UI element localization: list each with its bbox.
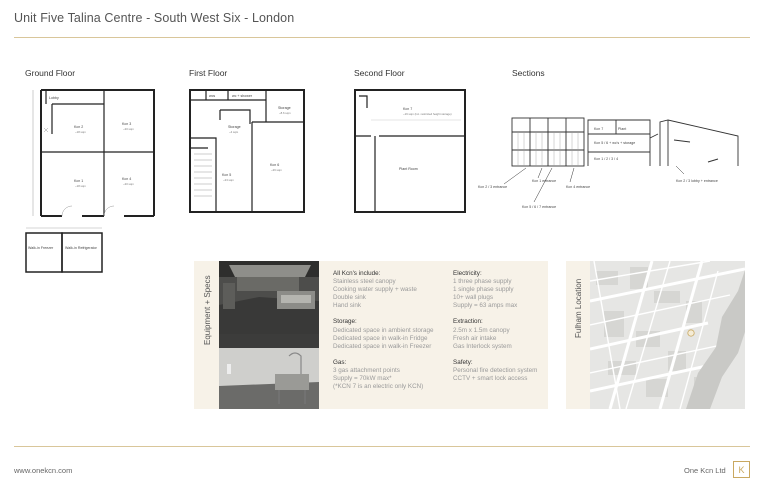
page-title: Unit Five Talina Centre - South West Six…	[14, 11, 295, 25]
kcn6-label: Kcn 6	[270, 163, 279, 167]
storage-item: Dedicated space in walk-in Freezer	[333, 342, 432, 350]
website-link[interactable]: www.onekcn.com	[14, 466, 72, 475]
footer-divider	[14, 446, 750, 447]
storage-heading: Storage:	[333, 318, 357, 326]
all-kcns-item: Cooking water supply + waste	[333, 286, 417, 294]
first-floor-plan: wcs wc + shower Storage ~8.6 sqm Storage…	[188, 88, 308, 216]
electricity-item: 10+ wall plugs	[453, 294, 494, 302]
equipment-specs-label: Equipment + Specs	[203, 275, 212, 345]
section-kcn23-entrance: Kcn 2 / 3 entrance	[478, 185, 507, 189]
extraction-item: 2.5m x 1.5m canopy	[453, 326, 510, 334]
section-kcn567-entrance: Kcn 5 / 6 / 7 entrance	[522, 205, 556, 209]
company-name: One Kcn Ltd	[684, 466, 726, 475]
extraction-item: Fresh air intake	[453, 334, 497, 342]
kcn2-area: ~18 sqm	[75, 130, 86, 134]
specs-column-right: Electricity: 1 three phase supply 1 sing…	[453, 270, 545, 383]
safety-heading: Safety:	[453, 358, 473, 366]
all-kcns-item: Hand sink	[333, 302, 362, 310]
lobby-label: Lobby	[49, 96, 59, 100]
kcn2-label: Kcn 2	[74, 125, 83, 129]
plant-room-label: Plant Room	[399, 167, 418, 171]
ground-floor-plan: Lobby Kcn 2 ~18 sqm Kcn 3 ~20 sqm Kcn 1 …	[24, 88, 158, 274]
safety-item: Personal fire detection system	[453, 366, 538, 374]
fridge-label: Walk-in Refrigerator	[65, 246, 98, 250]
shower-label: wc + shower	[232, 94, 253, 98]
kcn5-label: Kcn 5	[222, 173, 231, 177]
electricity-item: 1 three phase supply	[453, 278, 512, 286]
section-kcn4-entrance: Kcn 4 entrance	[566, 185, 590, 189]
electricity-item: 1 single phase supply	[453, 286, 514, 294]
storage-right-area: ~8.6 sqm	[279, 111, 291, 115]
storage-item: Dedicated space in ambient storage	[333, 326, 434, 334]
ground-floor-heading: Ground Floor	[25, 68, 76, 78]
storage-left-area: ~4 sqm	[229, 130, 239, 134]
storage-right-label: Storage	[278, 106, 291, 110]
kcn4-label: Kcn 4	[122, 177, 131, 181]
kcn7-area: ~16 sqm (inc. restricted height storage)	[403, 112, 452, 116]
first-floor-heading: First Floor	[189, 68, 228, 78]
section-plant-label: Plant	[618, 127, 626, 131]
gas-item: 3 gas attachment points	[333, 366, 400, 374]
electricity-item: Supply = 63 amps max	[453, 302, 518, 310]
wc-label: wcs	[209, 94, 215, 98]
gas-item: Supply = 70kW max*	[333, 375, 392, 383]
freezer-label: Walk-in Freezer	[28, 246, 54, 250]
storage-item: Dedicated space in walk-in Fridge	[333, 334, 428, 342]
section-kcn1-entrance: Kcn 1 entrance	[532, 179, 556, 183]
second-floor-plan: Kcn 7 ~16 sqm (inc. restricted height st…	[353, 88, 467, 216]
section-kcn23-lobby-entrance: Kcn 2 / 3 lobby + entrance	[676, 179, 718, 183]
kcn7-label: Kcn 7	[403, 107, 412, 111]
extraction-item: Gas Interlock system	[453, 342, 512, 350]
storage-left-label: Storage	[228, 125, 241, 129]
section-kcn1234-label: Kcn 1 / 2 / 3 / 4	[594, 157, 618, 161]
kitchen-photo-top	[219, 261, 319, 334]
onekcn-logo: K	[733, 461, 750, 478]
sections-drawing: Kcn 7 Plant Kcn 5 / 6 + wc's + storage K…	[478, 108, 744, 218]
specs-column-left: All Kcn's include: Stainless steel canop…	[333, 270, 443, 391]
second-floor-heading: Second Floor	[354, 68, 405, 78]
all-kcns-heading: All Kcn's include:	[333, 270, 381, 277]
kcn5-area: ~23 sqm	[223, 178, 234, 182]
section-kcn56-label: Kcn 5 / 6 + wc's + storage	[594, 141, 635, 145]
electricity-heading: Electricity:	[453, 270, 482, 277]
kcn1-area: ~18 sqm	[75, 184, 86, 188]
safety-item: CCTV + smart lock access	[453, 375, 528, 383]
sections-heading: Sections	[512, 68, 545, 78]
gas-item: (*KCN 7 is an electric only KCN)	[333, 383, 424, 391]
kcn1-label: Kcn 1	[74, 179, 83, 183]
gas-heading: Gas:	[333, 358, 347, 366]
extraction-heading: Extraction:	[453, 318, 483, 326]
kcn3-label: Kcn 3	[122, 122, 131, 126]
location-map[interactable]	[590, 261, 745, 409]
kcn6-area: ~26 sqm	[271, 168, 282, 172]
all-kcns-item: Double sink	[333, 294, 366, 302]
header-divider	[14, 37, 750, 38]
fulham-location-label: Fulham Location	[574, 278, 583, 338]
kcn4-area: ~20 sqm	[123, 182, 134, 186]
kcn3-area: ~20 sqm	[123, 127, 134, 131]
kitchen-photo-bottom	[219, 334, 319, 409]
section-kcn7-label: Kcn 7	[594, 127, 603, 131]
all-kcns-item: Stainless steel canopy	[333, 278, 396, 286]
